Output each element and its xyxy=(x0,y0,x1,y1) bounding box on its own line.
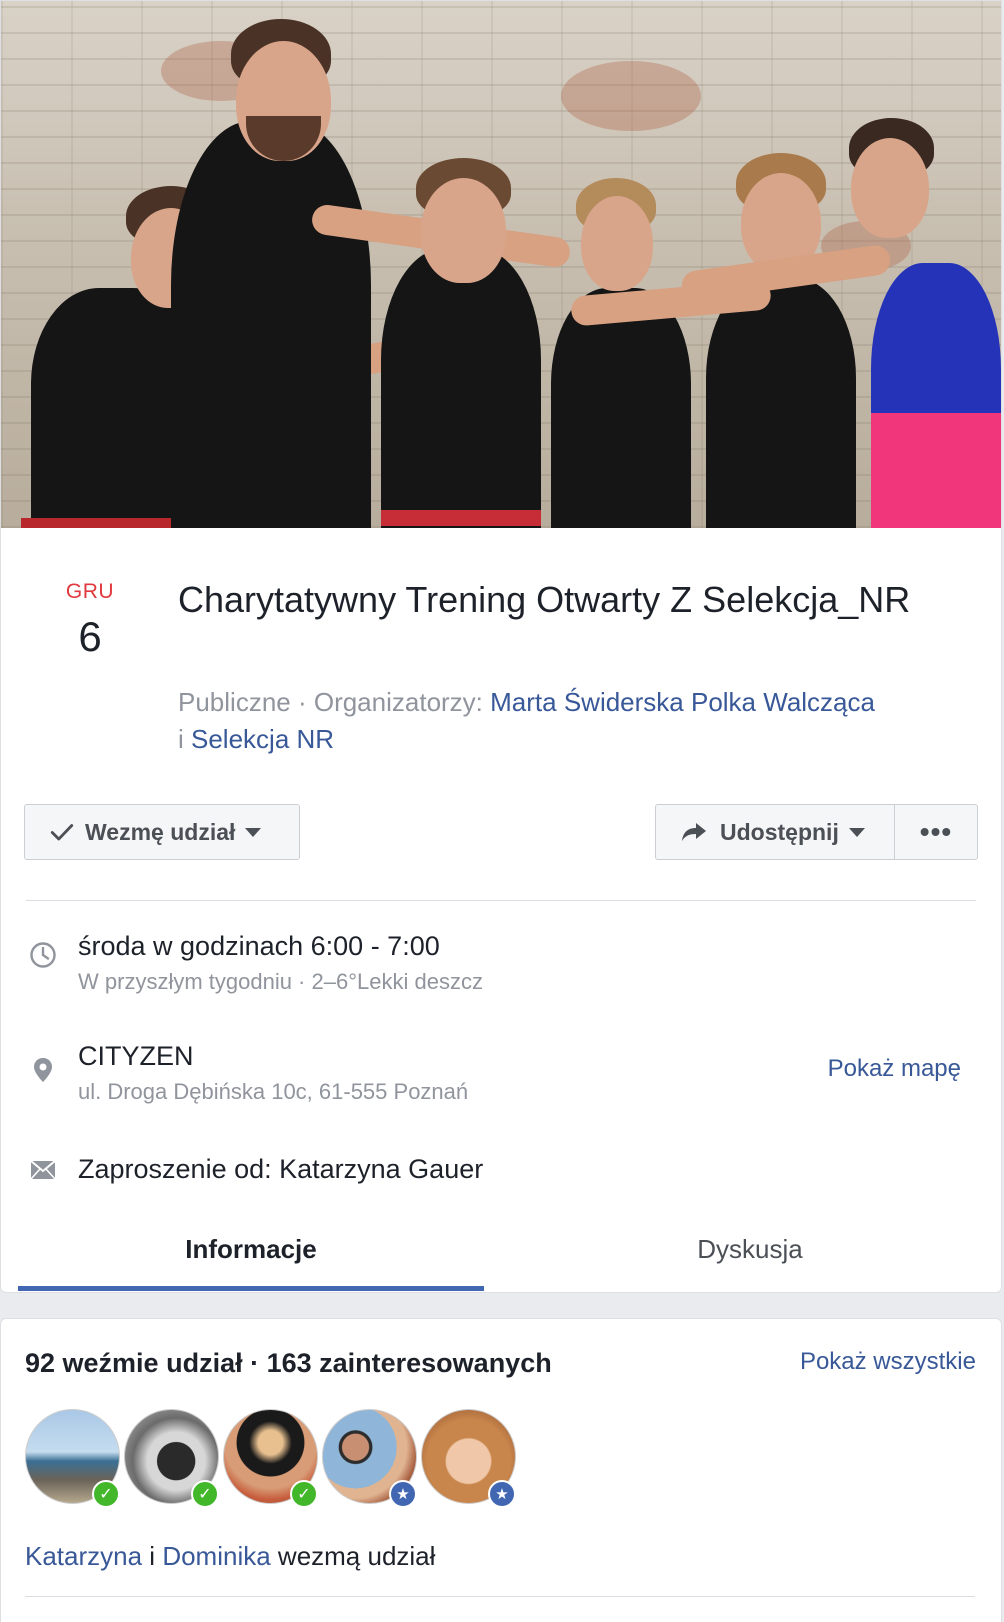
going-badge-icon: ✓ xyxy=(290,1480,318,1508)
more-options-button[interactable]: ••• xyxy=(894,804,978,860)
friend-link-1[interactable]: Katarzyna xyxy=(25,1541,142,1571)
cover-photo xyxy=(1,1,1001,528)
going-badge-icon: ✓ xyxy=(92,1480,120,1508)
event-time-sub: W przyszłym tygodniu · 2–6°Lekki deszcz xyxy=(78,969,483,994)
interested-star-icon: ★ xyxy=(488,1480,516,1508)
active-tab-indicator xyxy=(18,1286,484,1291)
going-badge-icon: ✓ xyxy=(191,1480,219,1508)
show-all-link[interactable]: Pokaż wszystkie xyxy=(800,1348,976,1376)
tab-info[interactable]: Informacje xyxy=(18,1234,484,1265)
share-button[interactable]: Udostępnij xyxy=(655,804,895,860)
more-dots-icon: ••• xyxy=(919,816,953,847)
friends-going-text: Katarzyna i Dominika wezmą udział xyxy=(25,1541,436,1571)
event-month: GRU xyxy=(65,580,115,603)
chevron-down-icon xyxy=(848,827,865,837)
event-time: środa w godzinach 6:00 - 7:00 xyxy=(78,931,440,961)
share-arrow-icon xyxy=(682,823,706,841)
interested-star-icon: ★ xyxy=(389,1480,417,1508)
divider xyxy=(25,1596,975,1597)
chevron-down-icon xyxy=(245,827,262,837)
clock-icon xyxy=(30,942,56,968)
going-button[interactable]: Wezmę udział xyxy=(24,804,300,860)
place-address: ul. Droga Dębińska 10c, 61-555 Poznań xyxy=(78,1079,469,1104)
attendee-counts[interactable]: 92 weźmie udział · 163 zainteresowanych xyxy=(25,1348,552,1379)
event-card: GRU 6 Charytatywny Trening Otwarty Z Sel… xyxy=(0,0,1002,1293)
place-name[interactable]: CITYZEN xyxy=(78,1041,194,1072)
going-label: Wezmę udział xyxy=(85,818,236,845)
location-pin-icon xyxy=(34,1058,52,1082)
organizers-label: Organizatorzy: xyxy=(313,687,491,717)
show-map-link[interactable]: Pokaż mapę xyxy=(828,1055,961,1083)
organizer-link-2[interactable]: Selekcja NR xyxy=(191,724,334,754)
event-title: Charytatywny Trening Otwarty Z Selekcja_… xyxy=(178,579,911,620)
event-day: 6 xyxy=(78,613,102,660)
privacy-label: Publiczne xyxy=(178,687,291,717)
friend-link-2[interactable]: Dominika xyxy=(162,1541,270,1571)
envelope-icon xyxy=(30,1160,56,1180)
share-label: Udostępnij xyxy=(720,818,839,845)
organizer-link-1[interactable]: Marta Świderska Polka Walcząca xyxy=(490,687,875,717)
check-icon xyxy=(50,824,74,841)
tab-discussion[interactable]: Dyskusja xyxy=(517,1234,983,1265)
event-meta: Publiczne · Organizatorzy: Marta Świders… xyxy=(178,687,875,754)
invite-text: Zaproszenie od: Katarzyna Gauer xyxy=(78,1154,484,1184)
divider xyxy=(26,900,976,901)
